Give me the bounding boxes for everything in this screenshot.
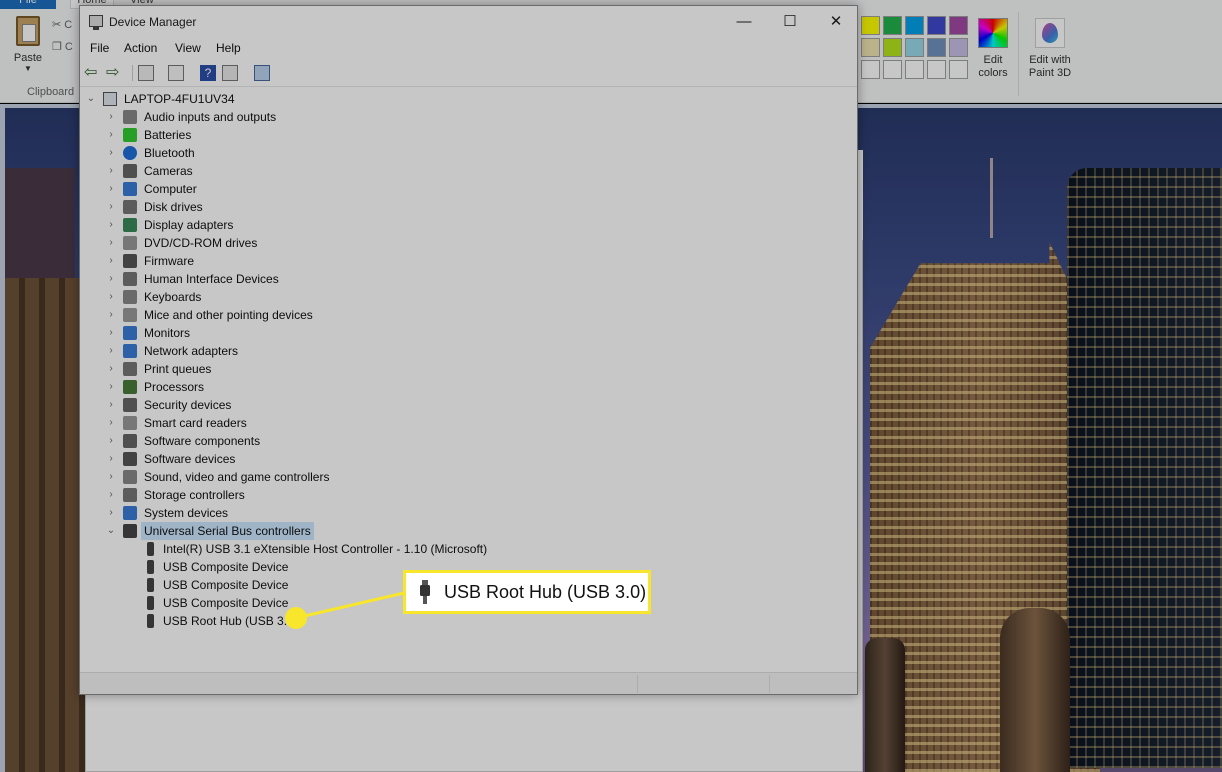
callout-box: USB Root Hub (USB 3.0) [403,570,651,614]
screen: File Home View Paste ▼ ✂ C ❐ C Clipboard… [0,0,1222,772]
callout-dot [285,607,307,629]
usb-plug-icon [420,580,430,604]
callout-text: USB Root Hub (USB 3.0) [444,582,647,602]
callout-pointer-line [295,591,405,620]
